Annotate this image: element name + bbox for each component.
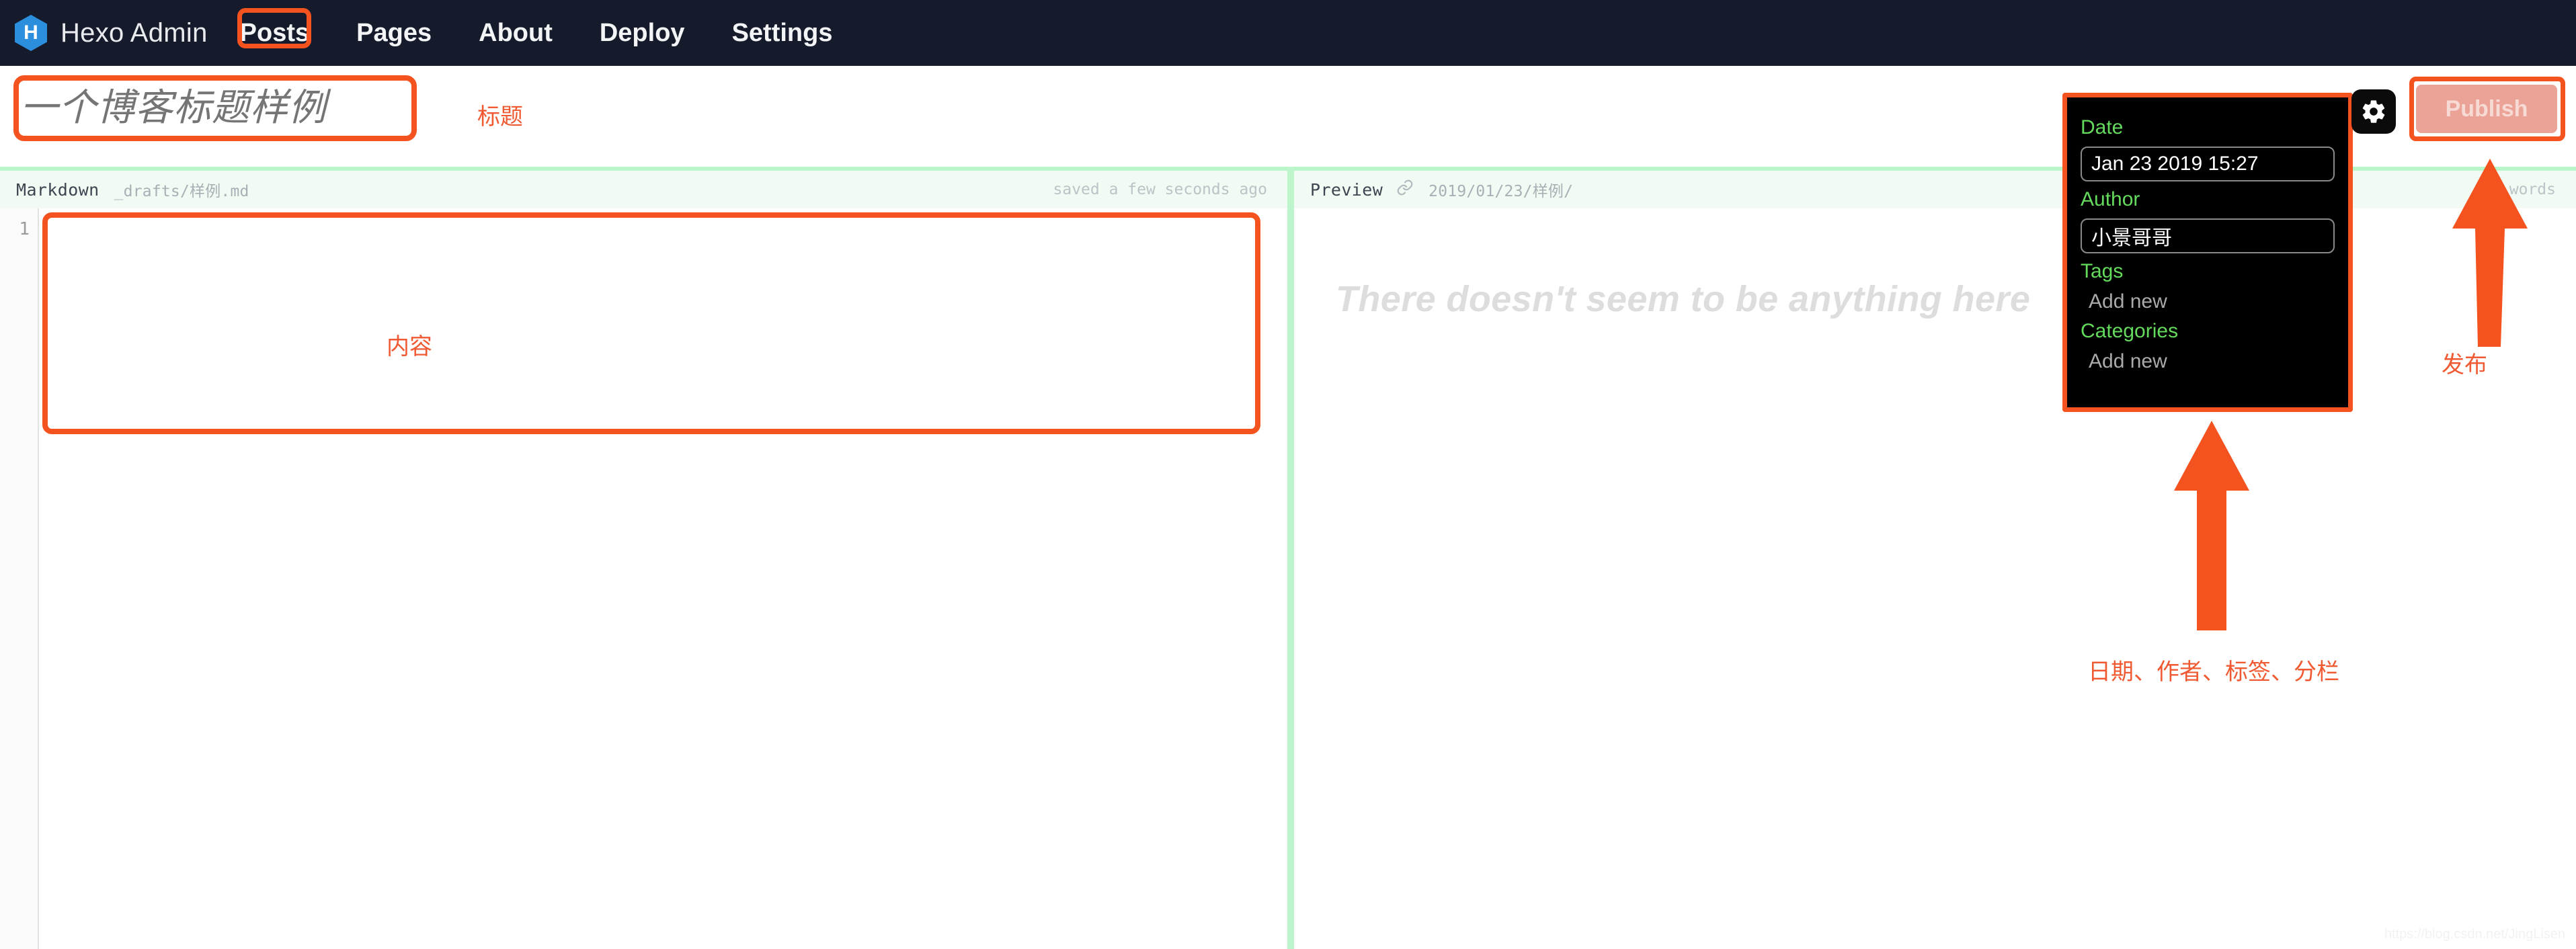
date-label: Date (2081, 116, 2124, 138)
markdown-label: Markdown (16, 179, 99, 200)
editor-body: 1 (0, 208, 1287, 949)
annotation-label-content: 内容 (387, 334, 432, 360)
nav-item-deploy[interactable]: Deploy (596, 16, 689, 50)
annotation-box-content (42, 212, 1260, 434)
app-root: H Hexo Admin Posts Pages About Deploy Se… (0, 0, 2576, 949)
hexagon-icon: H (15, 15, 47, 51)
annotation-label-settings: 日期、作者、标签、分栏 (2088, 659, 2339, 685)
preview-body: There doesn't seem to be anything here (1294, 208, 2576, 949)
nav-item-pages[interactable]: Pages (352, 16, 436, 50)
date-input[interactable] (2081, 147, 2335, 181)
gear-icon (2362, 100, 2385, 123)
preview-empty-message: There doesn't seem to be anything here (1336, 279, 2031, 319)
nav-item-about[interactable]: About (475, 16, 557, 50)
word-count: words (2509, 181, 2556, 198)
markdown-textarea[interactable] (39, 208, 1287, 949)
settings-gear-button[interactable] (2351, 89, 2396, 134)
author-label: Author (2081, 188, 2140, 210)
preview-label: Preview (1310, 179, 1383, 200)
line-number: 1 (19, 219, 30, 239)
preview-toolbar: Preview 2019/01/23/样例/ words (1294, 171, 2576, 208)
markdown-pane: Markdown _drafts/样例.md saved a few secon… (0, 167, 1287, 949)
nav-item-posts[interactable]: Posts (236, 16, 313, 50)
markdown-toolbar: Markdown _drafts/样例.md saved a few secon… (0, 171, 1287, 208)
annotation-label-publish: 发布 (2442, 352, 2487, 378)
nav-item-settings[interactable]: Settings (728, 16, 837, 50)
line-number-gutter: 1 (0, 208, 39, 949)
watermark: https://blog.csdn.net/JingLisen (2384, 927, 2565, 942)
logo-letter: H (24, 22, 38, 44)
save-status: saved a few seconds ago (1053, 181, 1268, 198)
hexo-logo[interactable]: H (15, 15, 47, 51)
author-input[interactable] (2081, 218, 2335, 253)
tags-label: Tags (2081, 260, 2124, 282)
pane-divider[interactable] (1287, 167, 1294, 949)
link-icon (1396, 179, 1414, 200)
categories-label: Categories (2081, 320, 2179, 342)
top-navbar: H Hexo Admin Posts Pages About Deploy Se… (0, 0, 2576, 66)
markdown-filepath: _drafts/样例.md (114, 183, 249, 200)
brand-title: Hexo Admin (61, 17, 208, 48)
annotation-label-title: 标题 (477, 104, 523, 130)
post-settings-popover: Date Author Tags Add new Categories Add … (2062, 93, 2353, 412)
publish-button[interactable]: Publish (2416, 85, 2557, 133)
post-title-input[interactable] (20, 81, 403, 133)
preview-pane: Preview 2019/01/23/样例/ words There doesn… (1294, 167, 2576, 949)
preview-permalink: 2019/01/23/样例/ (1428, 183, 1574, 200)
tags-add-new-button[interactable]: Add new (2081, 290, 2335, 313)
publish-button-wrap: Publish (2416, 85, 2557, 133)
categories-add-new-button[interactable]: Add new (2081, 350, 2335, 373)
nav-links: Posts Pages About Deploy Settings (236, 16, 876, 50)
